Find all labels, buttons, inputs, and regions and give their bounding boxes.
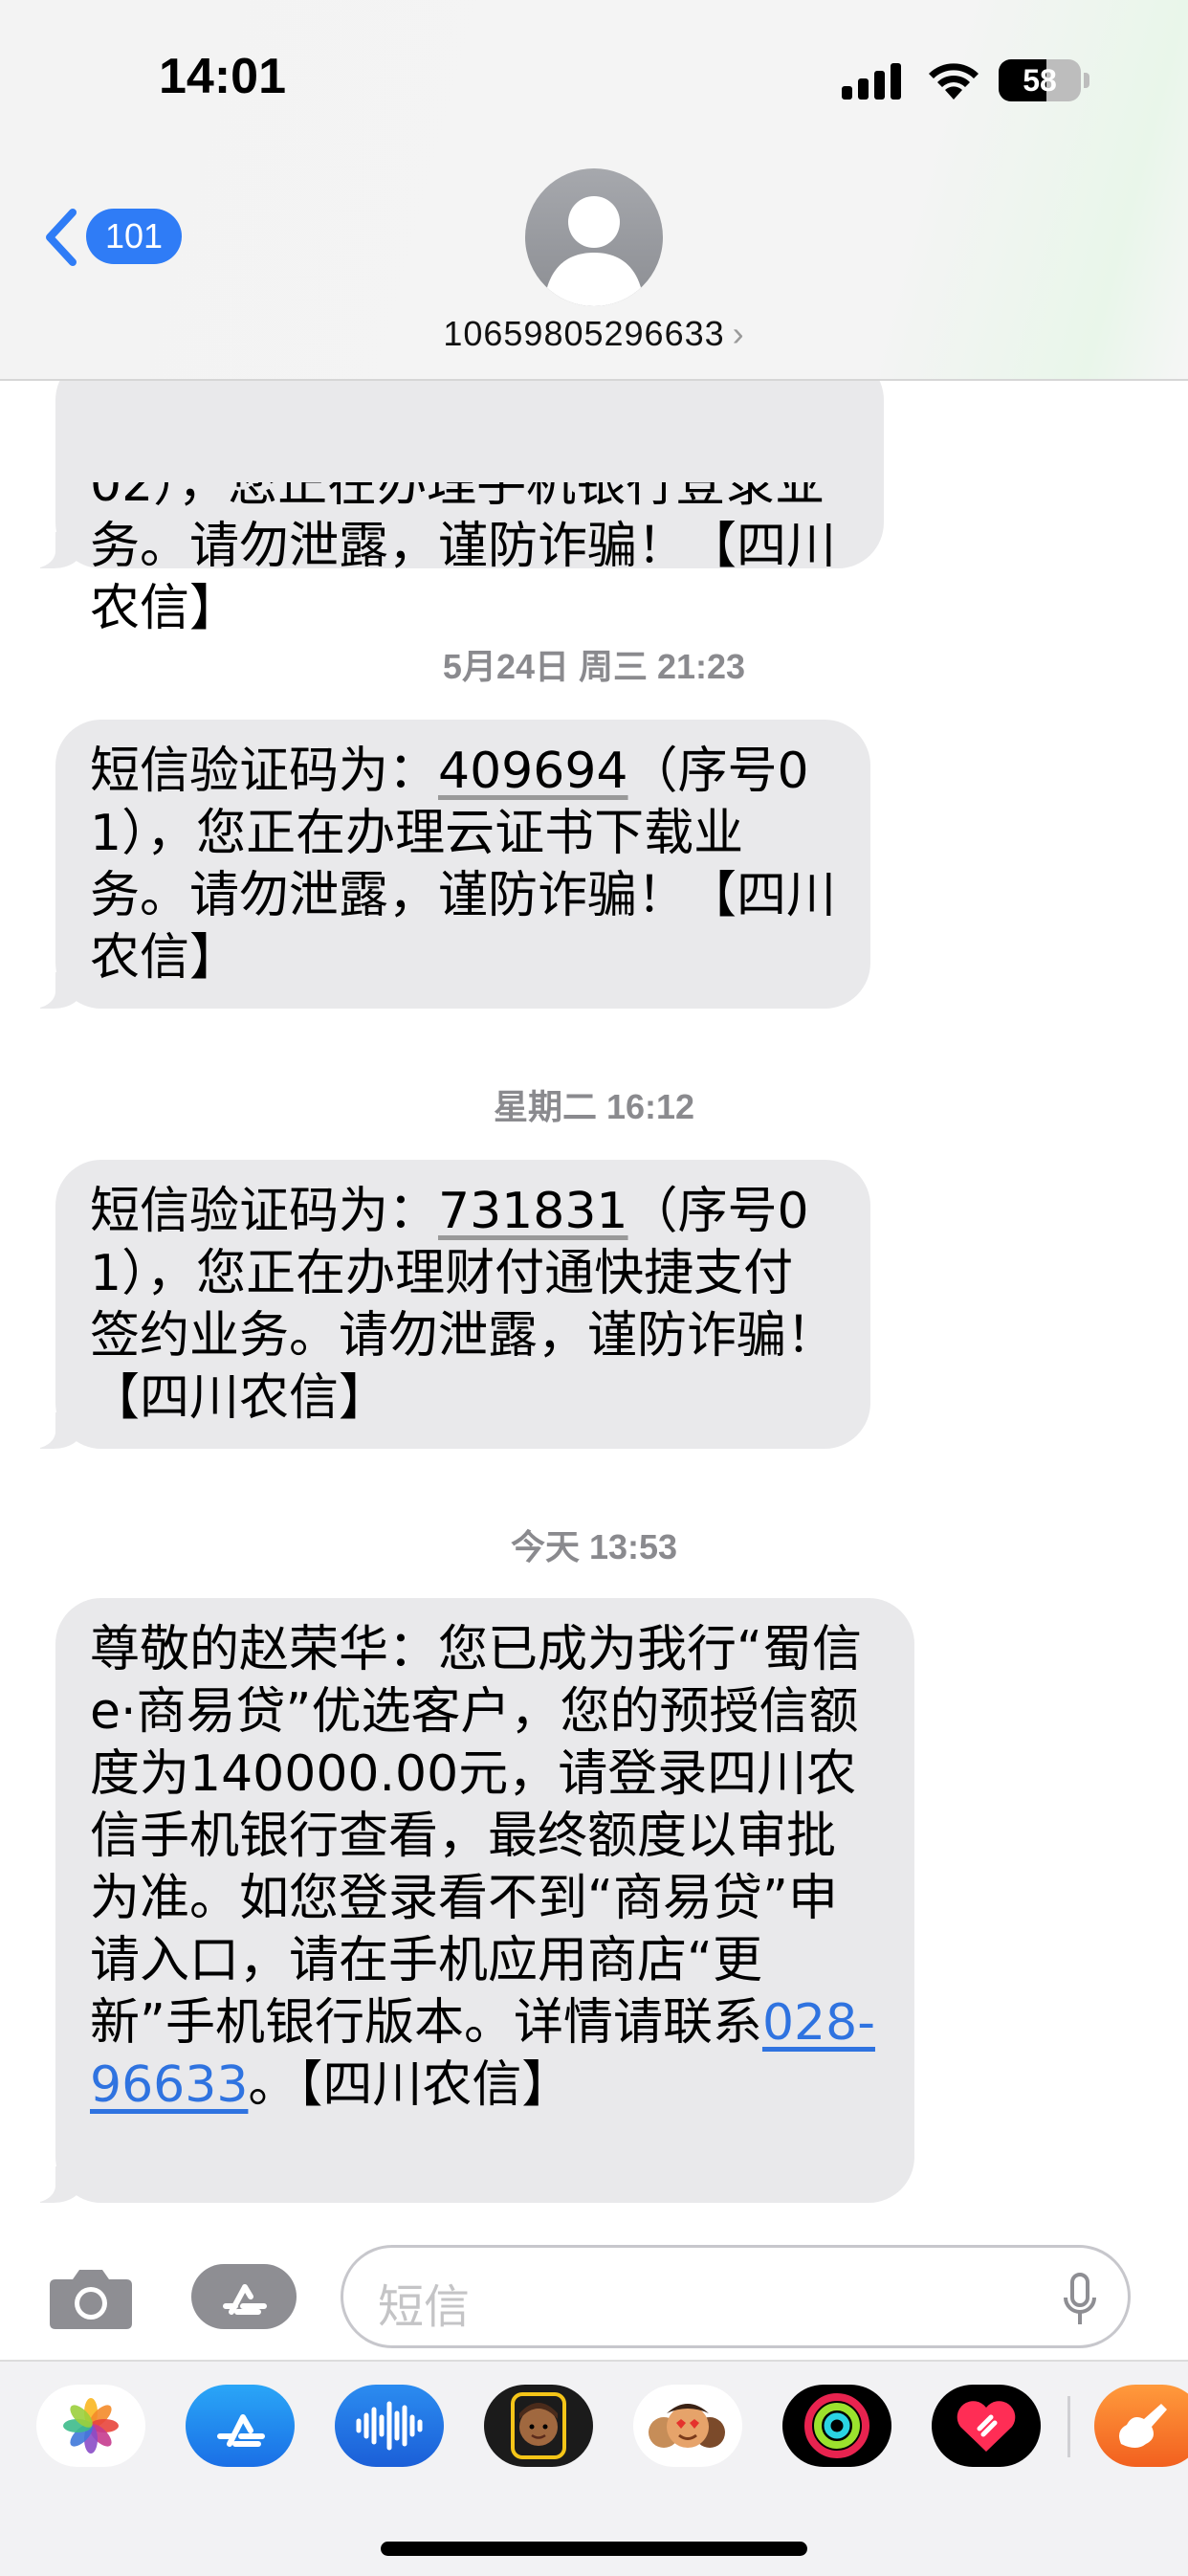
verification-code[interactable]: 409694	[438, 743, 628, 800]
activity-icon[interactable]	[782, 2385, 891, 2467]
home-indicator[interactable]	[381, 2542, 807, 2556]
contact-avatar[interactable]	[525, 168, 663, 306]
timestamp: 5月24日 周三 21:23	[442, 647, 746, 686]
camera-icon[interactable]	[48, 2264, 134, 2331]
message-suffix: 。【四川农信】	[248, 2056, 572, 2114]
wifi-icon	[929, 63, 979, 100]
memoji-icon[interactable]	[484, 2385, 593, 2467]
app-store-icon	[223, 2284, 267, 2315]
apps-button[interactable]	[191, 2264, 297, 2329]
message-bubble[interactable]: 短信验证码为：731831（序号01），您正在办理财付通快捷支付签约业务。请勿泄…	[27, 1160, 870, 1449]
conversation-header: 14:01 58 101 10659805296633 ›	[0, 0, 1188, 381]
messages-screen: 02），您正在办理手机银行登录业务。请勿泄露，谨防诈骗！【四川农信】 5月24日…	[0, 0, 1188, 2576]
status-time: 14:01	[159, 49, 286, 104]
message-prefix: 短信验证码为：	[90, 743, 439, 800]
memoji-stickers-icon[interactable]	[633, 2385, 742, 2467]
back-button[interactable]: 101	[42, 203, 183, 270]
input-placeholder: 短信	[378, 2280, 471, 2334]
battery-icon: 58	[999, 59, 1081, 101]
message-bubble[interactable]: 短信验证码为：409694（序号01），您正在办理云证书下载业务。请勿泄露，谨防…	[27, 720, 870, 1009]
message-bubble[interactable]: 尊敬的赵荣华：您已成为我行“蜀信e·商易贷”优选客户，您的预授信额度为14000…	[27, 1598, 914, 2203]
contact-name: 10659805296633	[443, 314, 725, 353]
verification-code[interactable]: 731831	[438, 1183, 628, 1240]
timestamp: 今天 13:53	[510, 1527, 678, 1566]
message-bubble[interactable]: 02），您正在办理手机银行登录业务。请勿泄露，谨防诈骗！【四川农信】	[27, 354, 884, 637]
photos-app-icon[interactable]	[36, 2385, 145, 2467]
contact-name-button[interactable]: 10659805296633 ›	[0, 314, 1188, 354]
message-prefix: 尊敬的赵荣华：您已成为我行“蜀信e·商易贷”优选客户，您的预授信额度为14000…	[90, 1621, 862, 2052]
audio-message-icon[interactable]	[335, 2385, 444, 2467]
message-list[interactable]: 02），您正在办理手机银行登录业务。请勿泄露，谨防诈骗！【四川农信】 5月24日…	[0, 0, 1188, 2576]
unread-count-badge: 101	[86, 209, 183, 264]
garageband-icon[interactable]	[1094, 2385, 1188, 2467]
digital-touch-icon[interactable]	[932, 2385, 1041, 2467]
battery-percent: 58	[1023, 63, 1057, 98]
chevron-left-icon	[46, 209, 77, 266]
battery-cap	[1084, 73, 1089, 88]
app-store-icon[interactable]	[186, 2385, 295, 2467]
chevron-right-icon: ›	[732, 314, 745, 353]
person-icon	[546, 196, 642, 306]
message-input[interactable]: 短信	[341, 2245, 1131, 2348]
message-prefix: 短信验证码为：	[90, 1183, 439, 1240]
drawer-divider	[1067, 2396, 1070, 2457]
message-text: 02），您正在办理手机银行登录业务。请勿泄露，谨防诈骗！【四川农信】	[90, 482, 837, 637]
microphone-icon[interactable]	[1061, 2271, 1099, 2328]
cellular-signal-icon	[842, 63, 903, 100]
timestamp: 星期二 16:12	[493, 1087, 695, 1126]
